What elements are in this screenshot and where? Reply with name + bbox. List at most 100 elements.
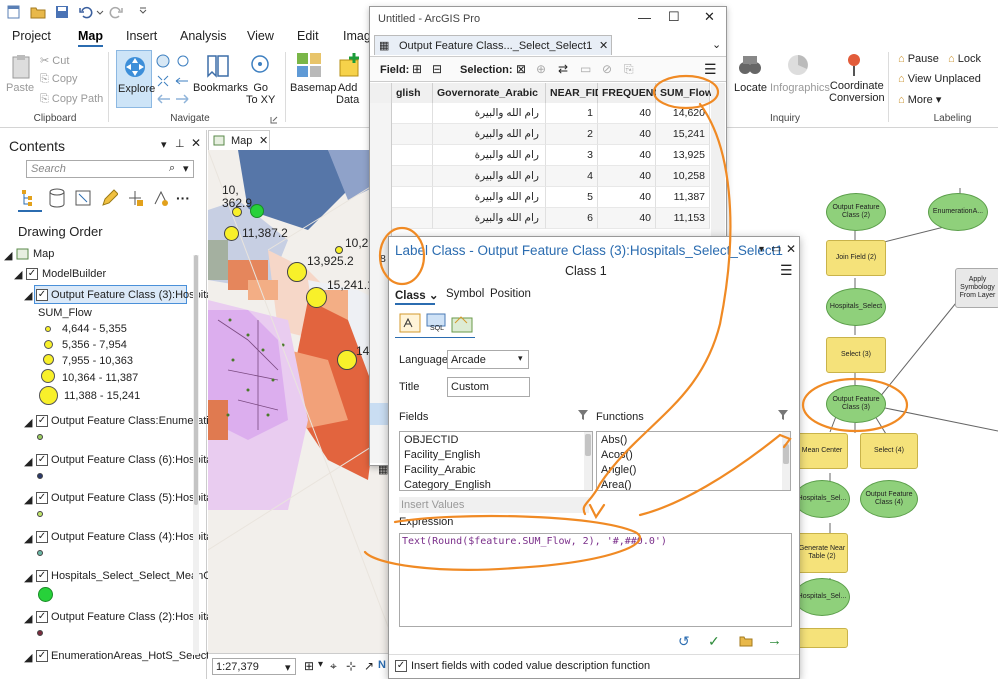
- table-cell[interactable]: 6: [546, 208, 598, 229]
- undo-dropdown-icon[interactable]: [96, 5, 104, 19]
- close-icon[interactable]: ✕: [259, 134, 268, 147]
- layer-checkbox[interactable]: ✓: [36, 611, 48, 623]
- layer-checkbox[interactable]: ✓: [36, 492, 48, 504]
- model-node-hospitals-select-3[interactable]: Hospitals_Sel...: [794, 578, 850, 616]
- scale-selector[interactable]: 1:27,379 ▾: [212, 658, 296, 675]
- close-icon[interactable]: ✕: [704, 9, 715, 25]
- tab-edit[interactable]: Edit: [297, 29, 319, 43]
- new-project-icon[interactable]: [6, 5, 22, 19]
- layer-expand-icon[interactable]: ◢: [24, 416, 32, 429]
- model-tool-partial[interactable]: [796, 628, 848, 648]
- table-cell[interactable]: 11,387: [656, 187, 710, 208]
- search-dropdown-icon[interactable]: ▾: [183, 162, 189, 175]
- column-header[interactable]: Governorate_Arabic: [433, 83, 546, 103]
- close-icon[interactable]: ✕: [599, 39, 608, 52]
- table-cell[interactable]: 13,925: [656, 145, 710, 166]
- model-tool-select-4[interactable]: Select (4): [860, 433, 918, 469]
- locate-icon[interactable]: [736, 52, 764, 78]
- table-cell[interactable]: 3: [546, 145, 598, 166]
- table-cell[interactable]: [392, 103, 433, 124]
- dialog-launcher-icon[interactable]: [270, 116, 278, 124]
- minimize-button[interactable]: —: [638, 10, 651, 25]
- table-cell[interactable]: رام الله والبيرة: [433, 145, 546, 166]
- modelbuilder-canvas[interactable]: Output Feature Class (2) EnumerationA...…: [794, 128, 998, 679]
- layer-expand-icon[interactable]: ◢: [24, 612, 32, 625]
- table-cell[interactable]: رام الله والبيرة: [433, 166, 546, 187]
- snapping-icon[interactable]: ⌖: [330, 659, 337, 674]
- table-cell[interactable]: [392, 124, 433, 145]
- table-cell[interactable]: [392, 145, 433, 166]
- expression-editor[interactable]: Text(Round($feature.SUM_Flow, 2), '#,##0…: [399, 533, 792, 627]
- model-tool-select-3[interactable]: Select (3): [826, 337, 886, 373]
- layer-name[interactable]: Output Feature Class (2):Hospita: [51, 611, 212, 623]
- list-by-data-source-icon[interactable]: [48, 188, 66, 208]
- model-node-output-feature-class-2[interactable]: Output Feature Class (2): [826, 193, 886, 231]
- tab-symbol[interactable]: Symbol: [446, 288, 484, 300]
- bookmarks-icon[interactable]: [204, 52, 232, 80]
- layer-name[interactable]: Hospitals_Select_Select_MeanC: [51, 570, 211, 582]
- list-by-editing-icon[interactable]: [100, 188, 118, 208]
- previous-next-extent-icon[interactable]: [156, 92, 190, 106]
- fields-list[interactable]: OBJECTID Facility_English Facility_Arabi…: [399, 431, 593, 491]
- reset-icon[interactable]: ↺: [678, 633, 690, 650]
- layer-checkbox[interactable]: ✓: [36, 531, 48, 543]
- model-tool-apply-symbology[interactable]: Apply Symbology From Layer: [955, 268, 998, 308]
- tab-insert[interactable]: Insert: [126, 29, 157, 43]
- bookmarks-button[interactable]: Bookmarks: [193, 82, 248, 94]
- column-header[interactable]: NEAR_FID: [546, 83, 603, 103]
- undo-icon[interactable]: [78, 5, 94, 19]
- contents-scrollbar[interactable]: [193, 255, 199, 655]
- class-menu-icon[interactable]: ☰: [780, 262, 793, 279]
- layer-expand-icon[interactable]: ◢: [24, 493, 32, 506]
- select-by-attributes-icon[interactable]: ⊠: [516, 62, 526, 76]
- title-input[interactable]: Custom: [447, 377, 530, 397]
- infographics-button[interactable]: Infographics: [770, 82, 830, 94]
- tab-position[interactable]: Position: [490, 288, 531, 300]
- list-by-labeling-icon[interactable]: [152, 188, 170, 208]
- table-cell[interactable]: 40: [598, 166, 656, 187]
- pane-options-icon[interactable]: ▾: [161, 138, 167, 151]
- pin-icon[interactable]: ⊥: [175, 137, 185, 150]
- more-button[interactable]: ⌂ More ▾: [898, 93, 941, 106]
- table-view-icon[interactable]: ▦: [378, 463, 388, 476]
- layer-checkbox[interactable]: ✓: [36, 415, 48, 427]
- table-cell[interactable]: 40: [598, 103, 656, 124]
- table-cell[interactable]: رام الله والبيرة: [433, 103, 546, 124]
- basemap-button[interactable]: Basemap: [290, 82, 336, 94]
- chevron-down-icon[interactable]: ⌄: [712, 38, 721, 51]
- maximize-button[interactable]: ▭: [771, 242, 781, 255]
- layer-checkbox[interactable]: ✓: [36, 454, 48, 466]
- table-cell[interactable]: 40: [598, 187, 656, 208]
- hospital-point[interactable]: [287, 262, 307, 282]
- layer-name[interactable]: Output Feature Class (4):Hospita: [51, 531, 212, 543]
- filter-icon[interactable]: [577, 409, 589, 421]
- layer-name[interactable]: Output Feature Class:Enumerati: [51, 415, 209, 427]
- customize-toolbar-icon[interactable]: [138, 5, 148, 19]
- view-unplaced-button[interactable]: ⌂ View Unplaced: [898, 73, 981, 85]
- layer-checkbox[interactable]: ✓: [36, 650, 48, 662]
- list-item[interactable]: Facility_English: [404, 449, 480, 461]
- table-cell[interactable]: 11,153: [656, 208, 710, 229]
- search-input[interactable]: Search ⌕ ▾: [26, 160, 194, 178]
- layer-expand-icon[interactable]: ◢: [24, 455, 32, 468]
- clear-selection-icon[interactable]: ▭: [580, 62, 591, 76]
- list-item[interactable]: Angle(): [601, 464, 636, 476]
- maximize-button[interactable]: ☐: [668, 9, 680, 25]
- layer-name[interactable]: Output Feature Class (6):Hospita: [51, 454, 212, 466]
- infographics-icon[interactable]: [784, 52, 812, 78]
- pane-options-icon[interactable]: ▾: [759, 244, 764, 255]
- coordinate-conversion-button[interactable]: Coordinate Conversion: [829, 80, 885, 104]
- layer-expand-icon[interactable]: ◢: [24, 651, 32, 664]
- layer-name[interactable]: Output Feature Class (5):Hospita: [51, 492, 212, 504]
- map-view-tab[interactable]: Map ✕: [208, 130, 270, 150]
- model-tool-mean-center[interactable]: Mean Center: [796, 433, 848, 469]
- table-cell[interactable]: 5: [546, 187, 598, 208]
- calculate-field-icon[interactable]: ⊟: [432, 62, 442, 76]
- basemap-icon[interactable]: [296, 52, 322, 78]
- fixed-zoom-in-icon[interactable]: [176, 54, 190, 68]
- functions-scrollbar[interactable]: [782, 432, 790, 490]
- paste-icon[interactable]: [10, 54, 32, 80]
- hospital-point[interactable]: [306, 287, 327, 308]
- table-cell[interactable]: [392, 208, 433, 229]
- mean-center-point[interactable]: [250, 204, 264, 218]
